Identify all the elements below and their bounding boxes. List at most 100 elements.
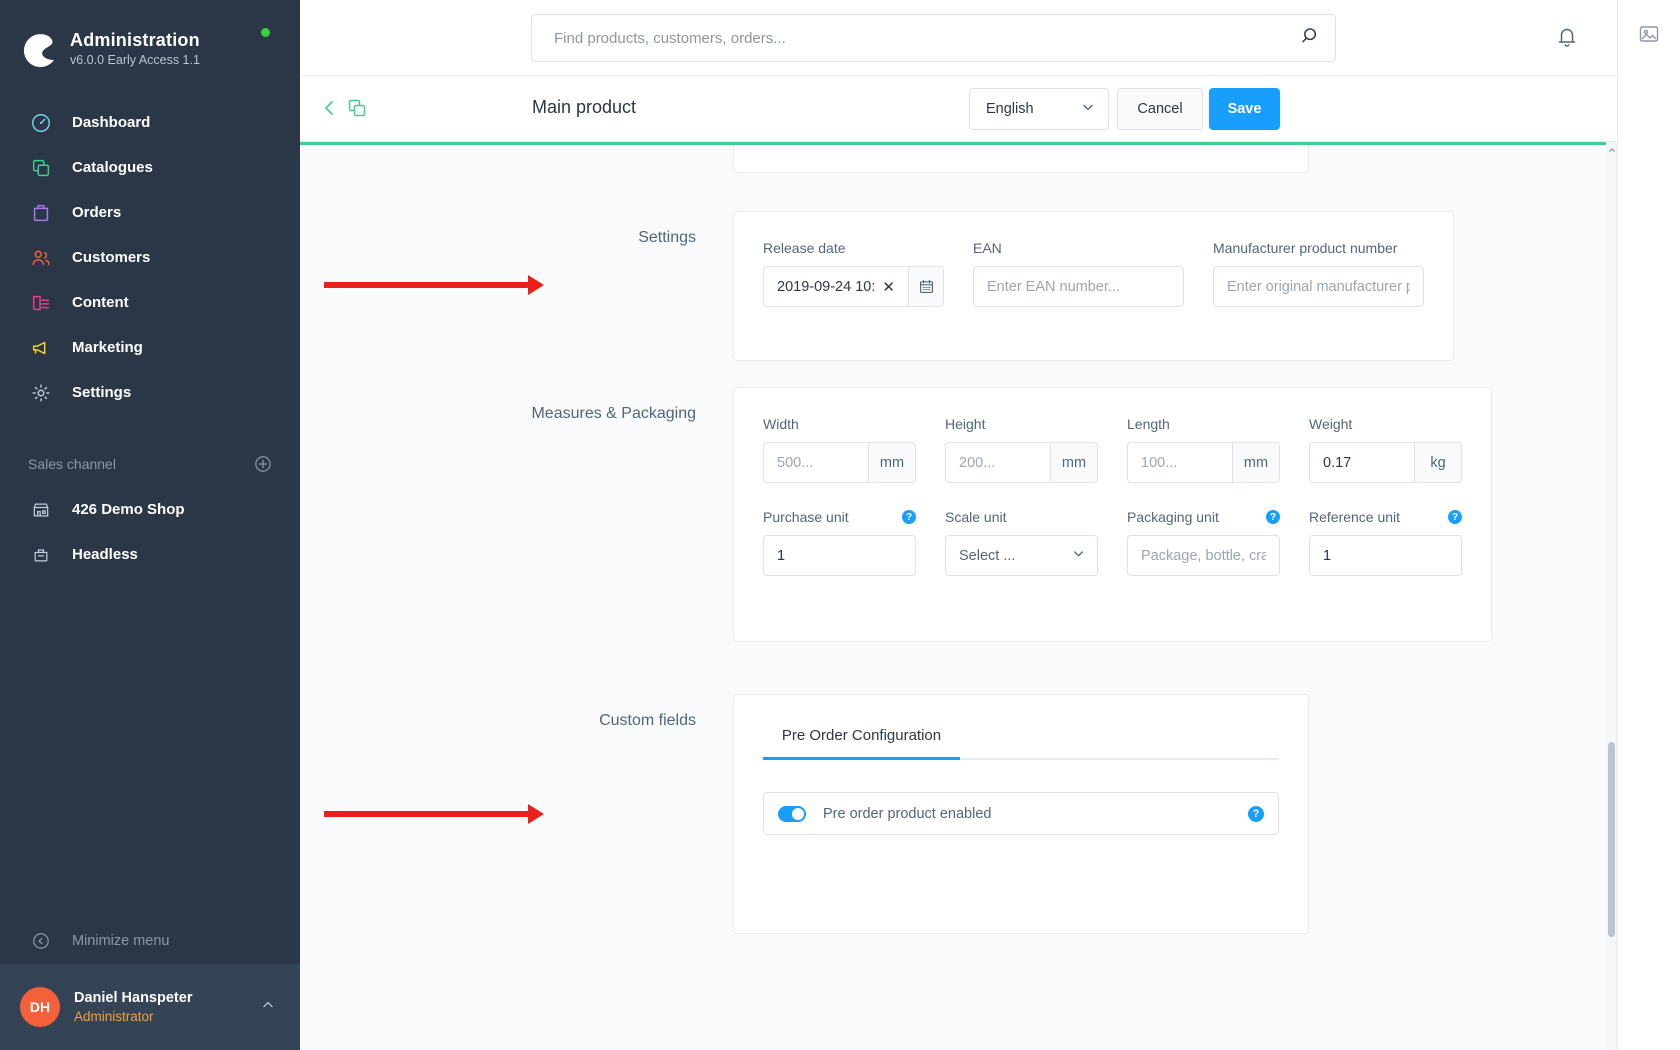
measures-section: Measures & Packaging Width mm	[300, 387, 1616, 642]
purchase-unit-text: Purchase unit	[763, 509, 849, 525]
release-date-value[interactable]	[777, 278, 877, 295]
minimize-menu-label: Minimize menu	[72, 933, 170, 949]
annotation-arrow-release-date	[324, 275, 544, 295]
chevron-down-icon	[1071, 546, 1086, 565]
custom-fields-tabs: Pre Order Configuration	[734, 727, 1308, 760]
chevron-down-icon	[1080, 99, 1096, 120]
purchase-unit-label: Purchase unit ?	[763, 508, 916, 526]
tab-pre-order-configuration[interactable]: Pre Order Configuration	[763, 727, 960, 760]
reference-unit-value[interactable]	[1323, 547, 1448, 564]
vertical-scrollbar[interactable]	[1606, 142, 1617, 1050]
pre-order-toggle-label: Pre order product enabled	[823, 805, 992, 822]
plus-circle-icon[interactable]	[254, 455, 272, 473]
weight-input[interactable]	[1309, 442, 1414, 483]
width-input[interactable]	[763, 442, 868, 483]
sidebar-item-orders[interactable]: Orders	[0, 190, 300, 235]
sidebar-item-customers[interactable]: Customers	[0, 235, 300, 280]
bell-icon[interactable]	[1555, 25, 1579, 54]
scrollbar-thumb[interactable]	[1608, 742, 1615, 937]
chevron-left-icon[interactable]	[320, 98, 340, 123]
reference-unit-text: Reference unit	[1309, 509, 1401, 525]
mpn-label: Manufacturer product number	[1213, 240, 1398, 256]
cancel-button[interactable]: Cancel	[1117, 88, 1203, 130]
page-title: Main product	[532, 97, 637, 117]
height-group: mm	[945, 442, 1098, 483]
length-field: Length mm	[1127, 415, 1280, 483]
duplicate-icon[interactable]	[346, 97, 368, 124]
sidebar-item-content[interactable]: Content	[0, 280, 300, 325]
sidebar-item-label: Settings	[72, 384, 132, 401]
image-icon[interactable]	[1637, 22, 1661, 51]
language-select[interactable]: English	[969, 88, 1109, 130]
scroll-up-arrow[interactable]	[1606, 144, 1617, 155]
packaging-unit-value[interactable]	[1141, 547, 1266, 564]
release-date-field: Release date ✕	[763, 239, 944, 307]
sidebar-item-headless[interactable]: Headless	[0, 532, 300, 577]
height-value[interactable]	[959, 454, 1037, 471]
sidebar-item-label: Content	[72, 294, 129, 311]
content-icon	[28, 290, 54, 316]
length-value[interactable]	[1141, 454, 1219, 471]
pre-order-toggle-row: Pre order product enabled ?	[763, 792, 1279, 835]
progress-line	[300, 142, 1617, 145]
sidebar-item-dashboard[interactable]: Dashboard	[0, 100, 300, 145]
sidebar-item-settings[interactable]: Settings	[0, 370, 300, 415]
form-scroll-container[interactable]: Settings Release date ✕	[300, 142, 1617, 1050]
shopware-logo-icon	[18, 29, 58, 69]
weight-value[interactable]	[1323, 454, 1401, 471]
ean-input[interactable]	[973, 266, 1184, 307]
minimize-menu-button[interactable]: Minimize menu	[0, 918, 300, 964]
width-field: Width mm	[763, 415, 916, 483]
width-value[interactable]	[777, 454, 855, 471]
brand-header[interactable]: Administration v6.0.0 Early Access 1.1	[0, 0, 300, 78]
length-input[interactable]	[1127, 442, 1232, 483]
help-icon[interactable]: ?	[1448, 510, 1462, 524]
measures-section-label: Measures & Packaging	[531, 405, 696, 422]
scale-unit-select[interactable]: Select ...	[945, 535, 1098, 576]
ean-value[interactable]	[987, 278, 1170, 295]
settings-card: Release date ✕	[733, 211, 1454, 361]
unit-fields: Purchase unit ? Scale unit Sel	[734, 483, 1491, 641]
packaging-unit-input[interactable]	[1127, 535, 1280, 576]
width-label: Width	[763, 416, 799, 432]
reference-unit-input[interactable]	[1309, 535, 1462, 576]
clipped-card-top	[733, 142, 1309, 173]
help-icon[interactable]: ?	[1266, 510, 1280, 524]
sidebar-item-label: 426 Demo Shop	[72, 501, 185, 518]
action-bar: Main product English Cancel Save	[300, 76, 1617, 142]
height-input[interactable]	[945, 442, 1050, 483]
right-rail	[1617, 0, 1680, 1050]
sales-channel-label: Sales channel	[28, 456, 116, 472]
sidebar-item-demo-shop[interactable]: 426 Demo Shop	[0, 487, 300, 532]
mpn-value[interactable]	[1227, 278, 1410, 295]
help-icon[interactable]: ?	[902, 510, 916, 524]
ean-field: EAN	[973, 239, 1184, 307]
purchase-unit-input[interactable]	[763, 535, 916, 576]
sales-channel-header: Sales channel	[0, 449, 300, 479]
sidebar-item-marketing[interactable]: Marketing	[0, 325, 300, 370]
search-input[interactable]	[554, 29, 1300, 47]
close-icon[interactable]: ✕	[876, 278, 895, 296]
pre-order-toggle[interactable]	[778, 805, 806, 822]
release-date-input[interactable]: ✕	[763, 266, 908, 307]
sidebar-item-label: Headless	[72, 546, 138, 563]
weight-unit: kg	[1414, 442, 1462, 483]
mpn-input[interactable]	[1213, 266, 1424, 307]
search-icon[interactable]	[1300, 25, 1321, 51]
customers-icon	[28, 245, 54, 271]
packaging-unit-label: Packaging unit ?	[1127, 508, 1280, 526]
chevron-up-icon[interactable]	[260, 997, 276, 1018]
purchase-unit-field: Purchase unit ?	[763, 508, 916, 576]
topbar	[300, 0, 1617, 76]
search-box[interactable]	[531, 14, 1336, 62]
length-unit: mm	[1232, 442, 1280, 483]
tab-strip: Pre Order Configuration	[763, 727, 1279, 760]
help-icon[interactable]: ?	[1248, 805, 1264, 822]
sidebar-item-catalogues[interactable]: Catalogues	[0, 145, 300, 190]
status-indicator	[261, 28, 270, 37]
save-button[interactable]: Save	[1209, 88, 1280, 130]
calendar-icon[interactable]	[908, 266, 944, 307]
purchase-unit-value[interactable]	[777, 547, 902, 564]
user-profile[interactable]: DH Daniel Hanspeter Administrator	[0, 964, 300, 1050]
